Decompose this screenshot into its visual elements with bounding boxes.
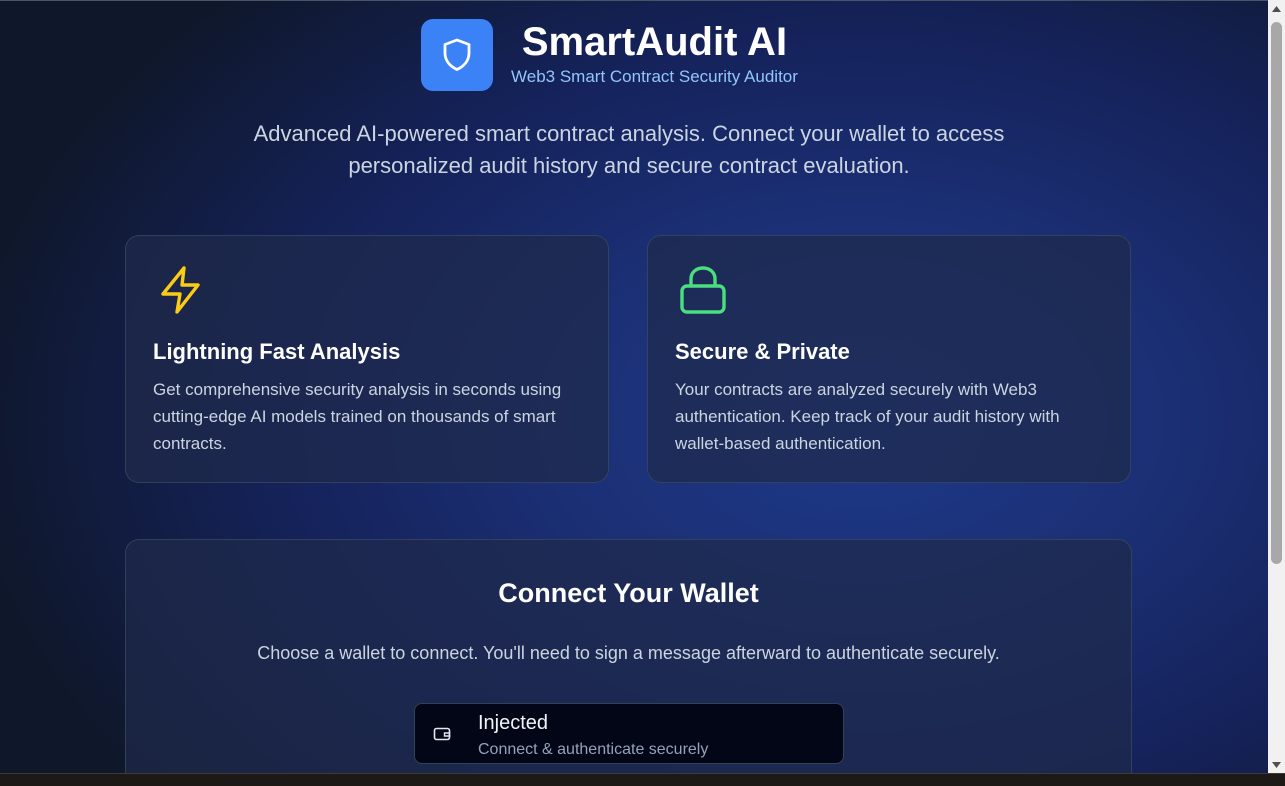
lightning-icon: [161, 266, 200, 314]
feature-title: Lightning Fast Analysis: [153, 339, 401, 364]
wallet-option-description: Connect & authenticate securely: [478, 741, 709, 758]
shield-icon: [443, 38, 471, 71]
app-subtitle: Web3 Smart Contract Security Auditor: [511, 67, 798, 86]
logo-tile: [421, 19, 493, 91]
scroll-down-arrow-icon[interactable]: [1268, 756, 1285, 773]
taskbar-strip: [0, 773, 1285, 786]
feature-card-fast-analysis: Lightning Fast Analysis Get comprehensiv…: [125, 235, 609, 483]
wallet-option-injected[interactable]: Injected Connect & authenticate securely: [414, 703, 844, 764]
connect-wallet-subtitle: Choose a wallet to connect. You'll need …: [257, 643, 1000, 663]
app-title: SmartAudit AI: [521, 20, 788, 64]
feature-description: Get comprehensive security analysis in s…: [153, 380, 562, 453]
feature-description: Your contracts are analyzed securely wit…: [675, 380, 1060, 453]
feature-card-secure-private: Secure & Private Your contracts are anal…: [647, 235, 1131, 483]
lock-icon: [680, 266, 726, 314]
connect-wallet-panel: Connect Your Wallet Choose a wallet to c…: [125, 539, 1132, 773]
scroll-up-arrow-icon[interactable]: [1268, 0, 1285, 17]
wallet-option-name: Injected: [478, 712, 549, 734]
wallet-icon: [433, 727, 451, 741]
window-border: [0, 0, 1268, 1]
page-viewport: SmartAudit AI Web3 Smart Contract Securi…: [0, 0, 1268, 773]
brand-header: SmartAudit AI Web3 Smart Contract Securi…: [421, 19, 798, 91]
connect-wallet-title: Connect Your Wallet: [498, 578, 759, 608]
feature-title: Secure & Private: [675, 339, 850, 364]
intro-text: Advanced AI-powered smart contract analy…: [253, 121, 1005, 178]
vertical-scrollbar[interactable]: [1268, 0, 1285, 773]
scrollbar-thumb[interactable]: [1271, 22, 1282, 564]
